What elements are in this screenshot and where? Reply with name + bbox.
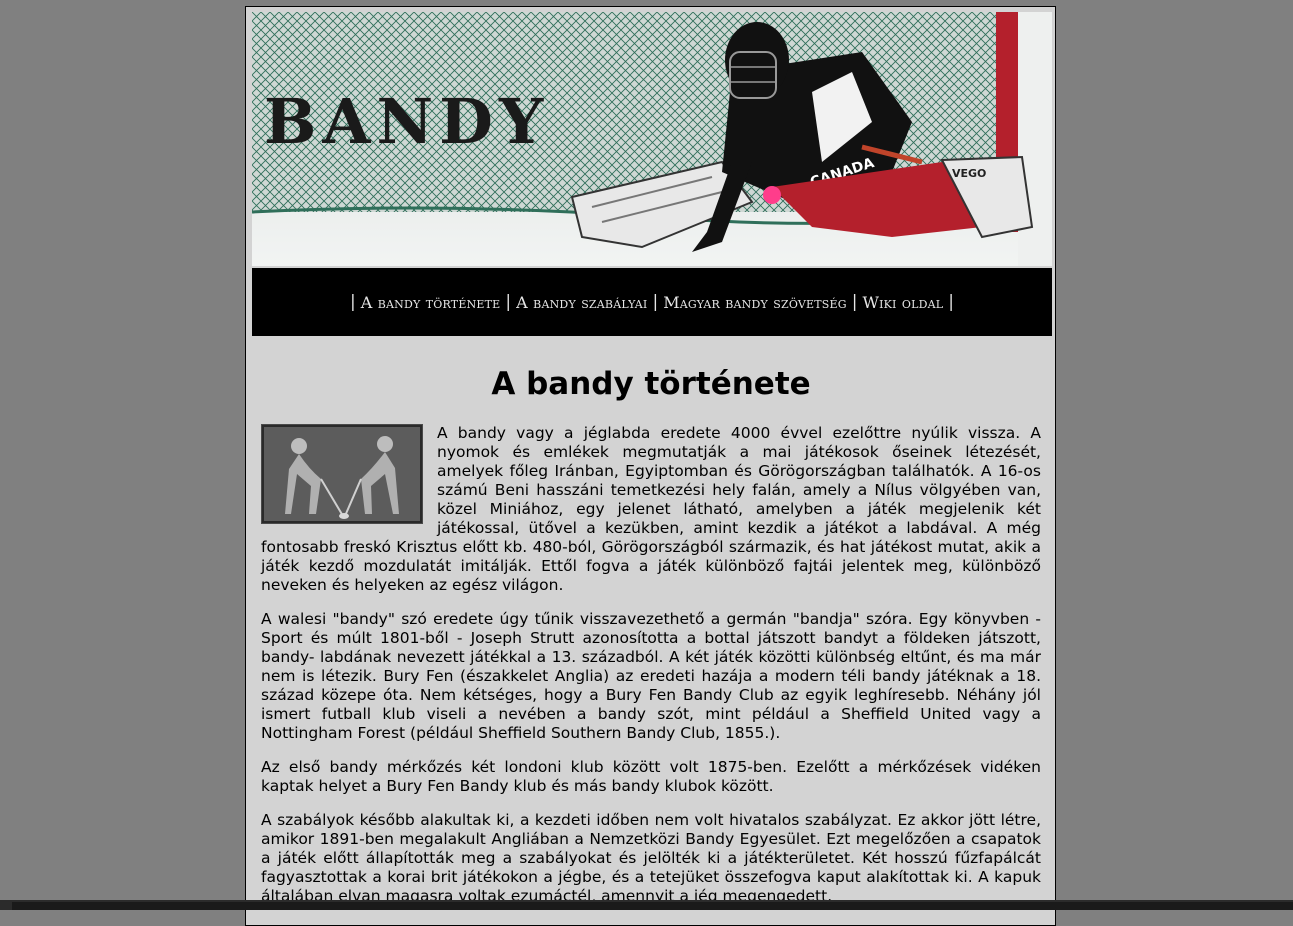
fresco-image — [261, 424, 423, 524]
header-banner: BANDY CANADA VEGO — [252, 12, 1052, 266]
ball — [763, 186, 781, 204]
nav-separator: | — [948, 292, 955, 312]
paragraph: A walesi "bandy" szó eredete úgy tűnik v… — [261, 610, 1041, 742]
banner-image: BANDY CANADA VEGO — [252, 12, 1052, 266]
nav-separator: | — [349, 292, 356, 312]
paragraph: Az első bandy mérkőzés két londoni klub … — [261, 758, 1041, 795]
paragraph: A bandy vagy a jéglabda eredete 4000 évv… — [261, 424, 1041, 595]
nav-separator: | — [851, 292, 858, 312]
nav-link-wiki[interactable]: Wiki oldal — [862, 293, 943, 312]
nav-separator: | — [505, 292, 512, 312]
page-container: BANDY CANADA VEGO | A bandy története | … — [245, 6, 1056, 926]
paragraph: A szabályok később alakultak ki, a kezde… — [261, 811, 1041, 905]
nav-link-rules[interactable]: A bandy szabályai — [516, 293, 647, 312]
pad-text: VEGO — [952, 167, 986, 180]
nav-link-history[interactable]: A bandy története — [361, 293, 501, 312]
nav-link-federation[interactable]: Magyar bandy szövetség — [663, 293, 847, 312]
banner-title: BANDY — [264, 85, 549, 158]
page-title: A bandy története — [491, 366, 811, 402]
nav-separator: | — [652, 292, 659, 312]
main-content: A bandy története A bandy vagy a jéglabd… — [261, 347, 1041, 921]
scrollbar-thumb[interactable] — [12, 902, 1293, 910]
main-nav: | A bandy története | A bandy szabályai … — [252, 268, 1052, 336]
horizontal-scrollbar[interactable] — [0, 900, 1293, 910]
